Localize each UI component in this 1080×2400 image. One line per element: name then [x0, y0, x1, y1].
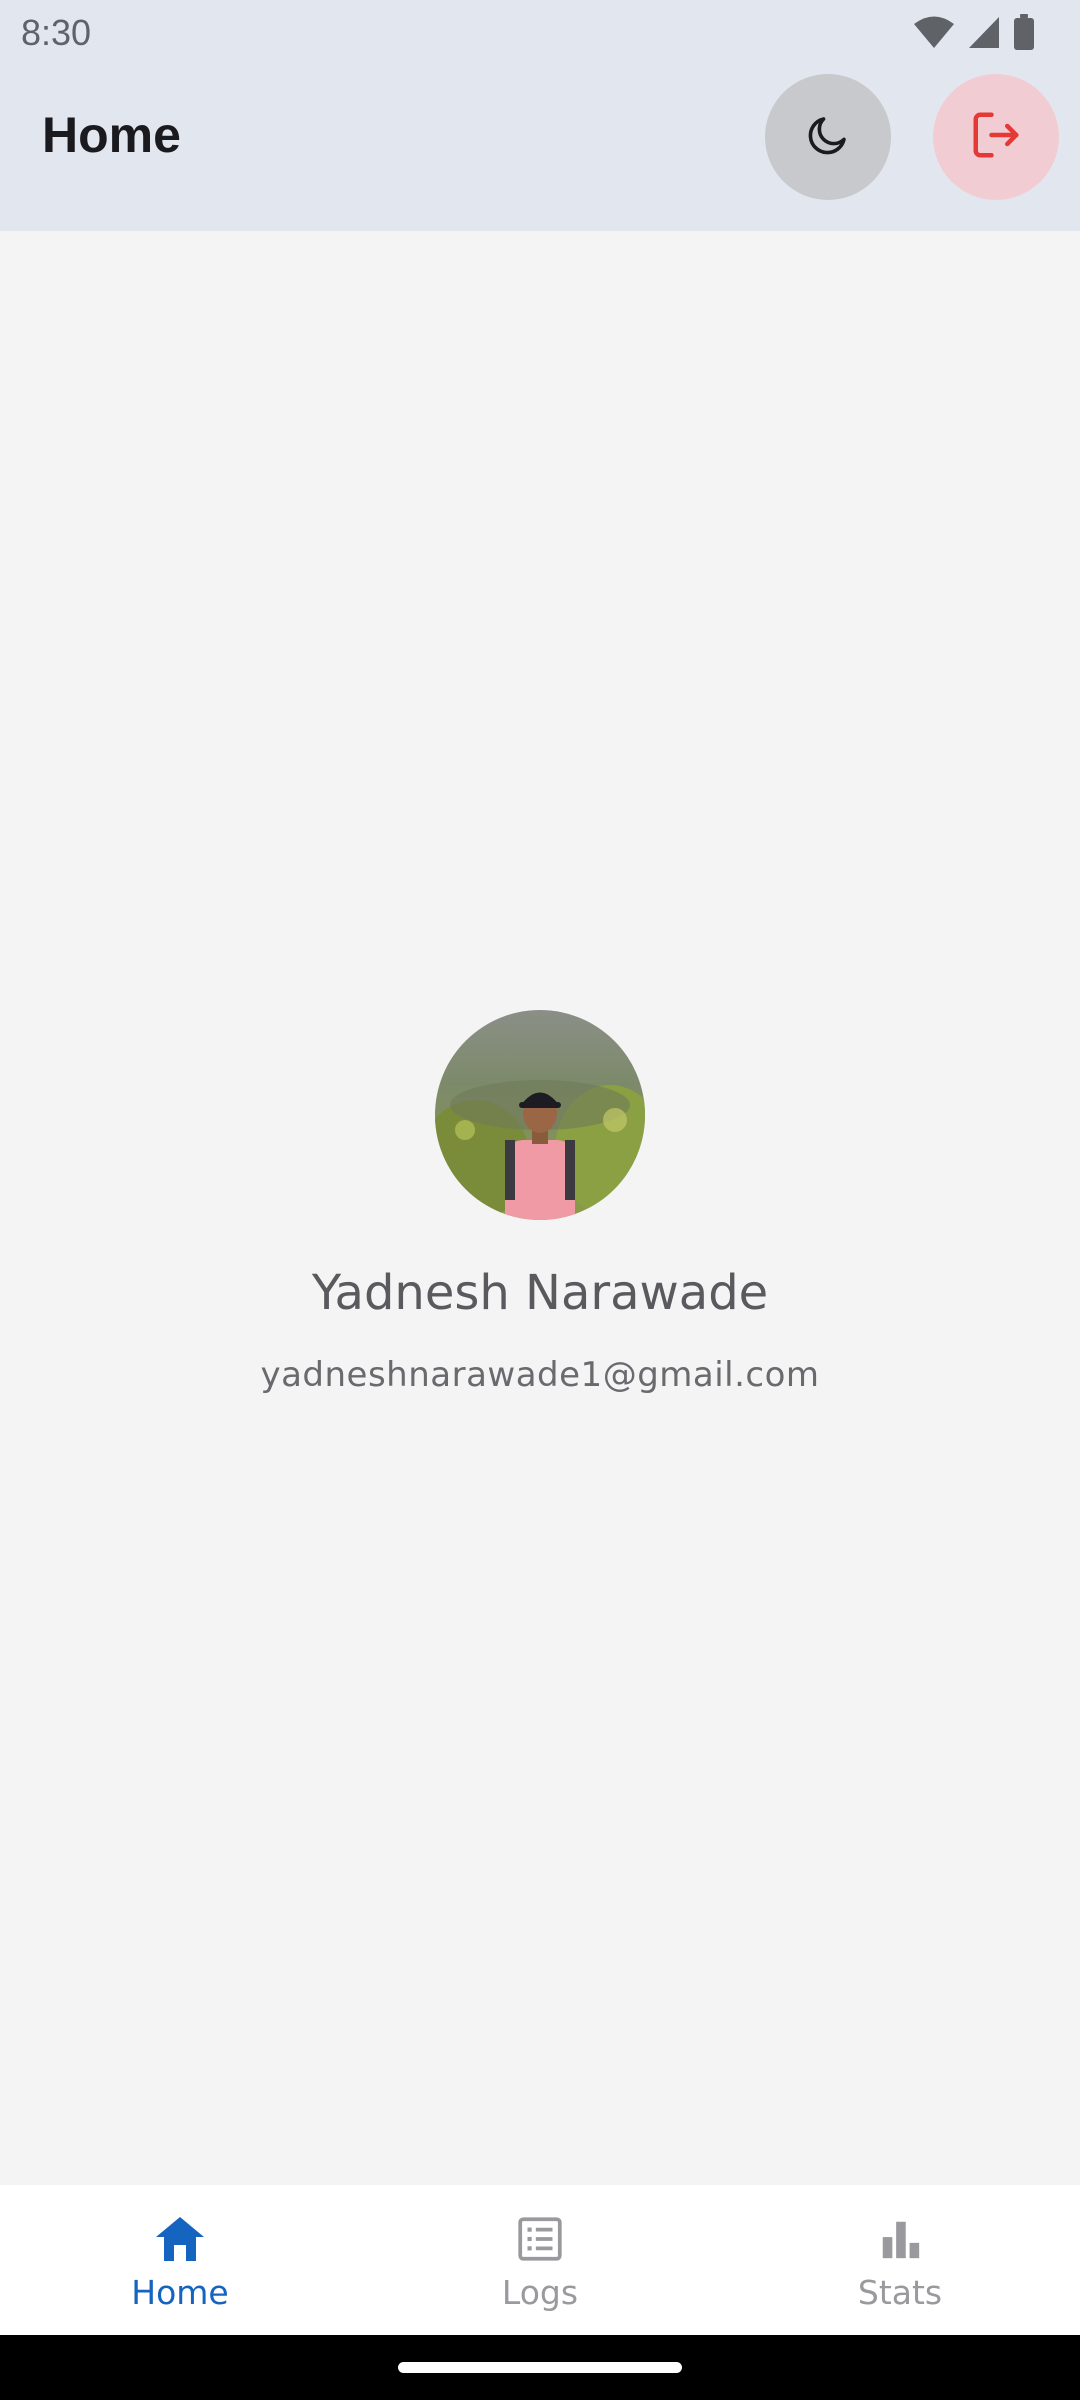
home-icon [154, 2209, 206, 2269]
page-title: Home [42, 107, 181, 163]
status-time: 8:30 [21, 12, 92, 53]
user-email: yadneshnarawade1@gmail.com [260, 1355, 820, 1395]
gesture-navigation-area [0, 2335, 1080, 2400]
status-icons [914, 12, 1034, 52]
gesture-handle[interactable] [398, 2362, 682, 2373]
moon-icon [804, 111, 852, 163]
nav-item-home[interactable]: Home [0, 2185, 360, 2335]
bar-chart-icon [877, 2209, 923, 2269]
avatar [435, 1010, 645, 1220]
logout-icon [969, 108, 1023, 166]
nav-label-stats: Stats [857, 2272, 943, 2312]
signal-icon [968, 15, 1000, 49]
user-name: Yadnesh Narawade [311, 1265, 769, 1321]
nav-item-logs[interactable]: Logs [360, 2185, 720, 2335]
bottom-navigation: Home Logs Stats [0, 2185, 1080, 2335]
app-bar: 8:30 Home [0, 0, 1080, 231]
logout-button[interactable] [933, 74, 1059, 200]
nav-item-stats[interactable]: Stats [720, 2185, 1080, 2335]
theme-toggle-button[interactable] [765, 74, 891, 200]
home-screen: 8:30 Home Yadnesh Narawade yadneshnarawa… [0, 0, 1080, 2400]
list-icon [515, 2209, 565, 2269]
wifi-icon [914, 15, 954, 49]
nav-label-logs: Logs [501, 2272, 579, 2312]
battery-icon [1014, 14, 1034, 50]
nav-label-home: Home [131, 2272, 229, 2312]
